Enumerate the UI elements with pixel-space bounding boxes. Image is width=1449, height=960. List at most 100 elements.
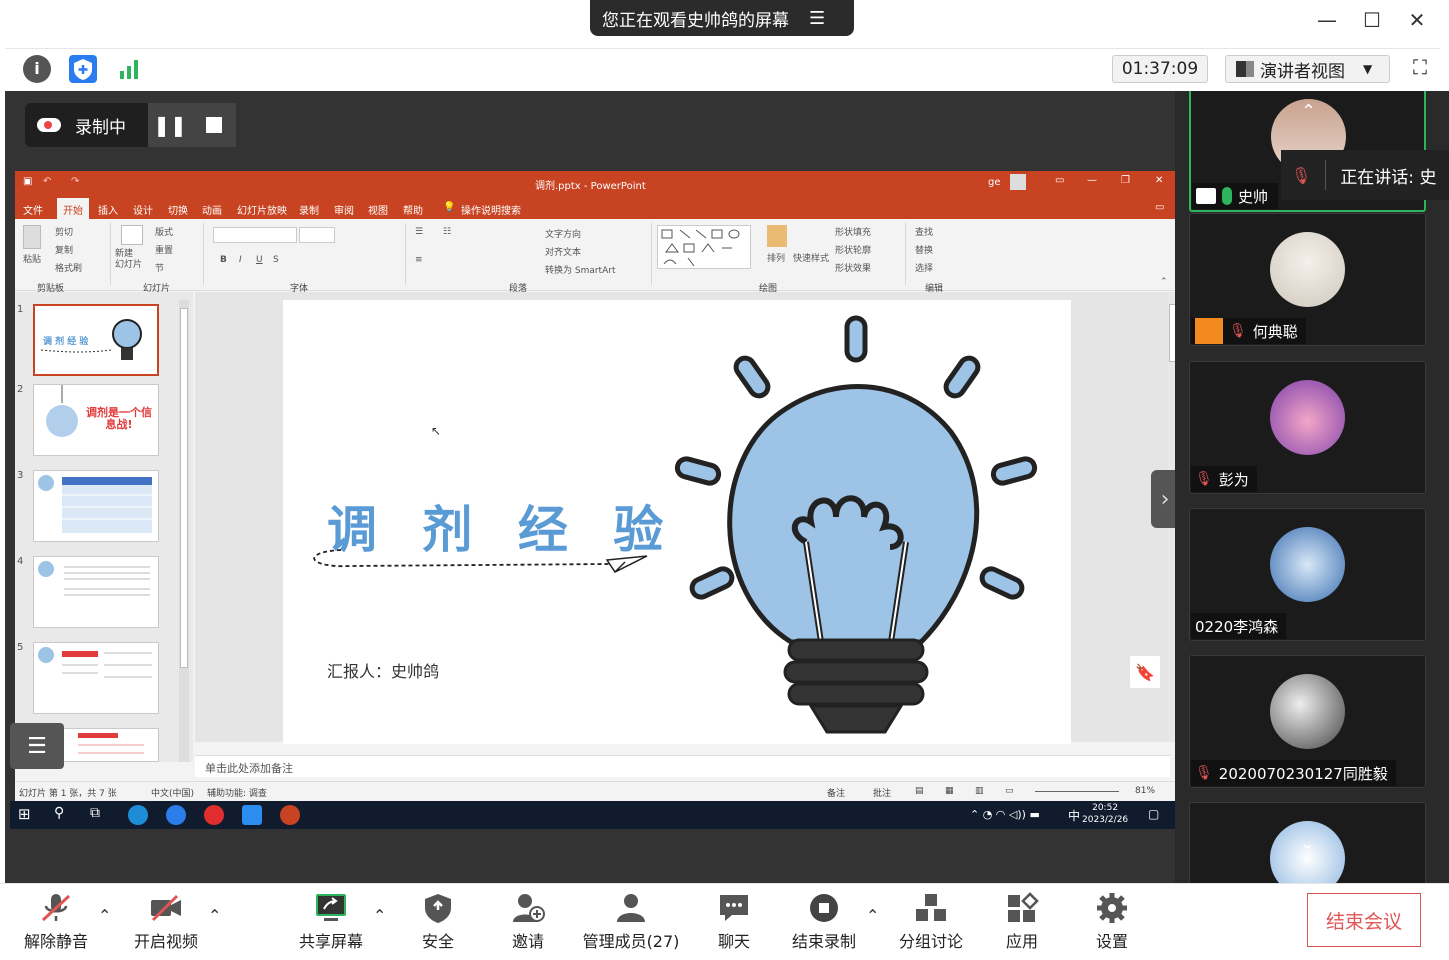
reset-button[interactable]: 重置 bbox=[155, 243, 173, 256]
view-mode-button[interactable]: 演讲者视图 ▼ bbox=[1225, 55, 1390, 83]
comments-button[interactable]: 批注 bbox=[873, 786, 891, 799]
new-slide-button[interactable]: 新建 幻灯片 bbox=[115, 249, 142, 271]
invite-button[interactable]: 邀请 bbox=[500, 892, 556, 952]
share-screen-button[interactable]: 共享屏幕 bbox=[292, 892, 370, 952]
signal-icon[interactable] bbox=[115, 55, 143, 83]
task-view-icon[interactable]: ⧉ bbox=[90, 805, 110, 825]
ribbon-display-icon[interactable]: ▭ bbox=[1055, 175, 1064, 186]
participant-tile[interactable]: 🎙 2020070230127同胜毅 bbox=[1189, 655, 1426, 788]
comment-icon[interactable]: ▭ bbox=[1155, 202, 1164, 213]
chevron-down-icon[interactable]: ⌄ bbox=[1300, 833, 1315, 854]
language[interactable]: 中文(中国) bbox=[151, 786, 194, 799]
slideshow-view-icon[interactable]: ▭ bbox=[1005, 786, 1014, 796]
arrange-button[interactable]: 排列 bbox=[767, 251, 785, 264]
chat-button[interactable]: 聊天 bbox=[706, 892, 762, 952]
tab-home[interactable]: 开始 bbox=[57, 198, 89, 221]
quick-styles-button[interactable]: 快速样式 bbox=[793, 251, 829, 264]
tell-me-search[interactable]: 操作说明搜索 bbox=[461, 202, 521, 217]
tab-animations[interactable]: 动画 bbox=[202, 202, 222, 217]
tab-help[interactable]: 帮助 bbox=[403, 202, 423, 217]
manage-members-button[interactable]: 管理成员(27) bbox=[580, 892, 682, 952]
floating-menu-button[interactable]: ☰ bbox=[10, 723, 64, 769]
replace-button[interactable]: 替换 bbox=[915, 243, 933, 256]
tab-slideshow[interactable]: 幻灯片放映 bbox=[237, 202, 287, 217]
video-options-caret[interactable]: ⌃ bbox=[208, 906, 221, 925]
minimize-icon[interactable]: — bbox=[1312, 8, 1342, 32]
accessibility[interactable]: 辅助功能: 调查 bbox=[207, 786, 267, 799]
tab-design[interactable]: 设计 bbox=[133, 202, 153, 217]
paste-icon[interactable] bbox=[23, 225, 41, 249]
tab-review[interactable]: 审阅 bbox=[334, 202, 354, 217]
undo-icon[interactable]: ↶ bbox=[43, 176, 51, 187]
edge-icon[interactable] bbox=[128, 805, 148, 825]
font-size-select[interactable] bbox=[299, 227, 335, 243]
shape-fill-button[interactable]: 形状填充 bbox=[835, 225, 871, 238]
meeting-app-icon[interactable] bbox=[242, 805, 262, 825]
shield-icon[interactable] bbox=[69, 55, 97, 83]
fullscreen-icon[interactable]: ⛶ bbox=[1405, 55, 1435, 85]
font-name-select[interactable] bbox=[213, 227, 297, 243]
security-button[interactable]: 安全 bbox=[410, 892, 466, 952]
participant-tile[interactable]: 🎙 彭为 bbox=[1189, 361, 1426, 494]
notification-icon[interactable]: ▢ bbox=[1148, 807, 1159, 821]
normal-view-icon[interactable]: ▤ bbox=[915, 786, 924, 796]
stop-recording-toolbar-button[interactable]: 结束录制 bbox=[788, 892, 860, 952]
slide-thumb-2[interactable]: 调剂是一个信息战! bbox=[33, 384, 159, 456]
notes-button[interactable]: 备注 bbox=[827, 786, 845, 799]
layout-button[interactable]: 版式 bbox=[155, 225, 173, 238]
shape-effect-button[interactable]: 形状效果 bbox=[835, 261, 871, 274]
redo-icon[interactable]: ↷ bbox=[71, 176, 79, 187]
shapes-gallery[interactable] bbox=[657, 225, 751, 269]
cut-button[interactable]: 剪切 bbox=[55, 225, 73, 238]
apps-button[interactable]: 应用 bbox=[994, 892, 1050, 952]
notes-pane[interactable]: 单击此处添加备注 bbox=[195, 755, 1170, 777]
ime-indicator[interactable]: 中 bbox=[1068, 807, 1080, 824]
ppt-user[interactable]: ge bbox=[988, 177, 1001, 188]
music-app-icon[interactable] bbox=[204, 805, 224, 825]
info-icon[interactable]: i bbox=[23, 55, 51, 83]
text-direction-button[interactable]: 文字方向 bbox=[545, 227, 581, 240]
share-banner[interactable]: 您正在观看史帅鸽的屏幕 ☰ bbox=[590, 0, 854, 36]
slide-thumb-1[interactable]: 调 剂 经 验 bbox=[33, 304, 159, 376]
reading-view-icon[interactable]: ▥ bbox=[975, 786, 984, 796]
sorter-view-icon[interactable]: ▦ bbox=[945, 786, 954, 796]
record-options-caret[interactable]: ⌃ bbox=[866, 906, 879, 925]
ppt-close-icon[interactable]: ✕ bbox=[1155, 175, 1163, 186]
search-icon[interactable]: ⚲ bbox=[54, 805, 74, 825]
save-icon[interactable]: ▣ bbox=[23, 176, 32, 187]
align-left-icon[interactable]: ≡ bbox=[415, 255, 423, 265]
find-button[interactable]: 查找 bbox=[915, 225, 933, 238]
maximize-icon[interactable]: ☐ bbox=[1357, 8, 1387, 32]
shape-outline-button[interactable]: 形状轮廓 bbox=[835, 243, 871, 256]
windows-start-icon[interactable]: ⊞ bbox=[18, 805, 38, 825]
tab-insert[interactable]: 插入 bbox=[98, 202, 118, 217]
bookmark-icon[interactable]: 🔖 bbox=[1130, 656, 1160, 688]
slide-thumb-4[interactable] bbox=[33, 556, 159, 628]
tab-file[interactable]: 文件 bbox=[23, 202, 43, 217]
ppt-restore-icon[interactable]: ❐ bbox=[1121, 175, 1130, 186]
system-tray[interactable]: ⌃ ◔ ◠ ◁)) ▬ bbox=[970, 808, 1040, 821]
user-avatar-icon[interactable] bbox=[1010, 174, 1026, 190]
smartart-button[interactable]: 转换为 SmartArt bbox=[545, 263, 615, 276]
close-icon[interactable]: ✕ bbox=[1402, 8, 1432, 32]
zoom-slider[interactable] bbox=[1035, 791, 1119, 792]
clock[interactable]: 20:52 2023/2/26 bbox=[1082, 802, 1128, 826]
breakout-button[interactable]: 分组讨论 bbox=[896, 892, 966, 952]
bold-button[interactable]: B bbox=[220, 255, 227, 265]
select-button[interactable]: 选择 bbox=[915, 261, 933, 274]
settings-button[interactable]: 设置 bbox=[1084, 892, 1140, 952]
format-painter-button[interactable]: 格式刷 bbox=[55, 261, 82, 274]
start-video-button[interactable]: 开启视频 bbox=[128, 892, 204, 952]
ppt-minimize-icon[interactable]: — bbox=[1087, 175, 1097, 186]
underline-button[interactable]: U bbox=[256, 255, 263, 265]
slide-thumb-5[interactable] bbox=[33, 642, 159, 714]
align-text-button[interactable]: 对齐文本 bbox=[545, 245, 581, 258]
menu-icon[interactable]: ☰ bbox=[809, 8, 825, 29]
slide-reporter[interactable]: 汇报人：史帅鸽 bbox=[327, 658, 439, 682]
participant-tile[interactable]: ⌄ bbox=[1189, 802, 1426, 883]
collapse-ribbon-icon[interactable]: ⌃ bbox=[1160, 277, 1168, 287]
powerpoint-taskbar-icon[interactable] bbox=[280, 805, 300, 825]
slide-canvas[interactable]: 调 剂 经 验 汇报人：史帅鸽 ↖ bbox=[283, 300, 1071, 744]
zoom-level[interactable]: 81% bbox=[1135, 786, 1155, 796]
share-options-caret[interactable]: ⌃ bbox=[373, 906, 386, 925]
